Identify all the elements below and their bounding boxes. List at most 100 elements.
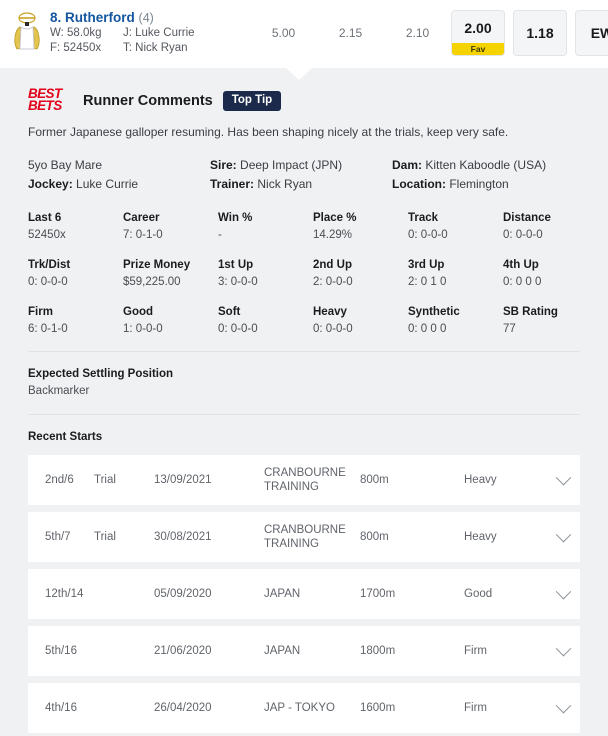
odds-button-fixed-win[interactable]: 2.00 Fav xyxy=(451,10,505,56)
stat-value: 0: 0-0-0 xyxy=(503,229,543,241)
stat-2nd-up: 2nd Up 2: 0-0-0 xyxy=(313,257,408,291)
table-row[interactable]: 4th/16 26/04/2020 JAP - TOKYO 1600m Firm xyxy=(28,683,580,733)
stat-label: Career xyxy=(123,212,160,224)
table-row[interactable]: 5th/7 Trial 30/08/2021 CRANBOURNE TRAINI… xyxy=(28,512,580,562)
panel-notch-triangle xyxy=(286,68,312,80)
sire-row: Sire: Deep Impact (JPN) xyxy=(210,156,392,175)
stat-firm: Firm 6: 0-1-0 xyxy=(28,304,123,338)
runner-header: 8. Rutherford (4) W: 58.0kg J: Luke Curr… xyxy=(0,0,608,68)
stat-label: Last 6 xyxy=(28,212,62,224)
stat-label: Place % xyxy=(313,212,357,224)
table-row[interactable]: 12th/14 05/09/2020 JAPAN 1700m Good xyxy=(28,569,580,619)
best-bets-logo-icon: BEST BETS xyxy=(28,87,74,114)
stat-4th-up: 4th Up 0: 0 0 0 xyxy=(503,257,598,291)
stat-label: 1st Up xyxy=(218,259,254,271)
sire-value: Deep Impact (JPN) xyxy=(240,158,343,172)
pedigree-column-1: 5yo Bay Mare Jockey: Luke Currie xyxy=(28,156,210,194)
runner-form-trainer-line: F: 52450x T: Nick Ryan xyxy=(50,41,250,56)
start-track: CRANBOURNE TRAINING xyxy=(264,524,346,550)
start-distance: 1600m xyxy=(360,702,396,714)
stat-label: 3rd Up xyxy=(408,259,445,271)
start-condition: Firm xyxy=(464,645,487,657)
odds-button-place[interactable]: 1.18 xyxy=(513,10,567,56)
chevron-down-icon[interactable] xyxy=(546,526,580,543)
runner-jockey: J: Luke Currie xyxy=(123,27,195,39)
start-track: CRANBOURNE TRAINING xyxy=(264,467,346,493)
expected-settling-position-label: Expected Settling Position xyxy=(28,368,174,380)
pedigree-column-2: Sire: Deep Impact (JPN) Trainer: Nick Ry… xyxy=(210,156,392,194)
pedigree-details: 5yo Bay Mare Jockey: Luke Currie Sire: D… xyxy=(0,140,608,194)
stat-track: Track 0: 0-0-0 xyxy=(408,210,503,244)
statistics-row: Trk/Dist 0: 0-0-0 Prize Money $59,225.00… xyxy=(28,257,608,291)
start-position: 12th/14 xyxy=(45,588,84,600)
dam-value: Kitten Kaboodle (USA) xyxy=(425,158,547,172)
stat-value: 52450x xyxy=(28,229,66,241)
runner-name-text: 8. Rutherford xyxy=(50,10,135,25)
runner-name[interactable]: 8. Rutherford (4) xyxy=(50,10,250,26)
runner-detail-page: 8. Rutherford (4) W: 58.0kg J: Luke Curr… xyxy=(0,0,608,736)
top-tip-badge: Top Tip xyxy=(222,91,282,111)
stat-value: 0: 0-0-0 xyxy=(218,323,258,335)
trainer-value: Nick Ryan xyxy=(257,177,313,191)
stat-label: 4th Up xyxy=(503,259,539,271)
start-distance: 1700m xyxy=(360,588,396,600)
start-position: 4th/16 xyxy=(45,702,77,714)
stat-value: 0: 0 0 0 xyxy=(503,276,542,288)
stat-1st-up: 1st Up 3: 0-0-0 xyxy=(218,257,313,291)
runner-info: 8. Rutherford (4) W: 58.0kg J: Luke Curr… xyxy=(50,8,250,56)
stat-label: Soft xyxy=(218,306,241,318)
stat-label: 2nd Up xyxy=(313,259,352,271)
stat-win-percent: Win % - xyxy=(218,210,313,244)
start-date: 13/09/2021 xyxy=(154,474,212,486)
odds-button-each-way-label: EW xyxy=(590,25,608,41)
expected-settling-position-value: Backmarker xyxy=(28,385,90,397)
stat-sb-rating: SB Rating 77 xyxy=(503,304,598,338)
expected-settling-position: Expected Settling Position Backmarker xyxy=(0,352,608,400)
jockey-silk-icon xyxy=(10,10,44,56)
stat-value: 77 xyxy=(503,323,516,335)
favourite-badge: Fav xyxy=(452,43,504,55)
mid-odds-columns: 5.00 2.15 2.10 xyxy=(250,8,451,40)
stat-value: 0: 0-0-0 xyxy=(28,276,68,288)
stat-label: Trk/Dist xyxy=(28,259,71,271)
stat-label: Heavy xyxy=(313,306,347,318)
table-row[interactable]: 2nd/6 Trial 13/09/2021 CRANBOURNE TRAINI… xyxy=(28,455,580,505)
stat-label: Good xyxy=(123,306,154,318)
mid-odd-2: 2.15 xyxy=(338,26,363,40)
jockey-value: Luke Currie xyxy=(76,177,139,191)
location-label: Location: xyxy=(392,177,446,191)
statistics-grid: Last 6 52450x Career 7: 0-1-0 Win % - Pl… xyxy=(0,194,608,338)
stat-label: Win % xyxy=(218,212,253,224)
stat-value: 0: 0-0-0 xyxy=(313,323,353,335)
start-condition: Heavy xyxy=(464,474,497,486)
best-bets-logo-line2: BETS xyxy=(28,98,62,113)
chevron-down-icon[interactable] xyxy=(546,640,580,657)
sire-label: Sire: xyxy=(210,158,237,172)
start-distance: 800m xyxy=(360,531,389,543)
runner-form: F: 52450x xyxy=(50,42,102,54)
stat-value: - xyxy=(218,229,222,241)
pedigree-column-3: Dam: Kitten Kaboodle (USA) Location: Fle… xyxy=(392,156,574,194)
stat-value: $59,225.00 xyxy=(123,276,181,288)
runner-barrier: (4) xyxy=(138,11,154,25)
trainer-row: Trainer: Nick Ryan xyxy=(210,175,392,194)
start-type: Trial xyxy=(94,474,116,486)
stat-last-6: Last 6 52450x xyxy=(28,210,123,244)
chevron-down-icon[interactable] xyxy=(546,697,580,714)
location-value: Flemington xyxy=(449,177,509,191)
stat-label: Prize Money xyxy=(123,259,191,271)
start-date: 21/06/2020 xyxy=(154,645,212,657)
table-row[interactable]: 5th/16 21/06/2020 JAPAN 1800m Firm xyxy=(28,626,580,676)
stat-place-percent: Place % 14.29% xyxy=(313,210,408,244)
chevron-down-icon[interactable] xyxy=(546,583,580,600)
jockey-label: Jockey: xyxy=(28,177,73,191)
odds-button-each-way[interactable]: EW xyxy=(575,10,608,56)
start-track: JAPAN xyxy=(264,645,301,657)
stat-label: Firm xyxy=(28,306,53,318)
stat-value: 3: 0-0-0 xyxy=(218,276,258,288)
stat-value: 1: 0-0-0 xyxy=(123,323,163,335)
runner-comment-text: Former Japanese galloper resuming. Has b… xyxy=(28,125,509,139)
stat-soft: Soft 0: 0-0-0 xyxy=(218,304,313,338)
start-condition: Heavy xyxy=(464,531,497,543)
chevron-down-icon[interactable] xyxy=(546,469,580,486)
